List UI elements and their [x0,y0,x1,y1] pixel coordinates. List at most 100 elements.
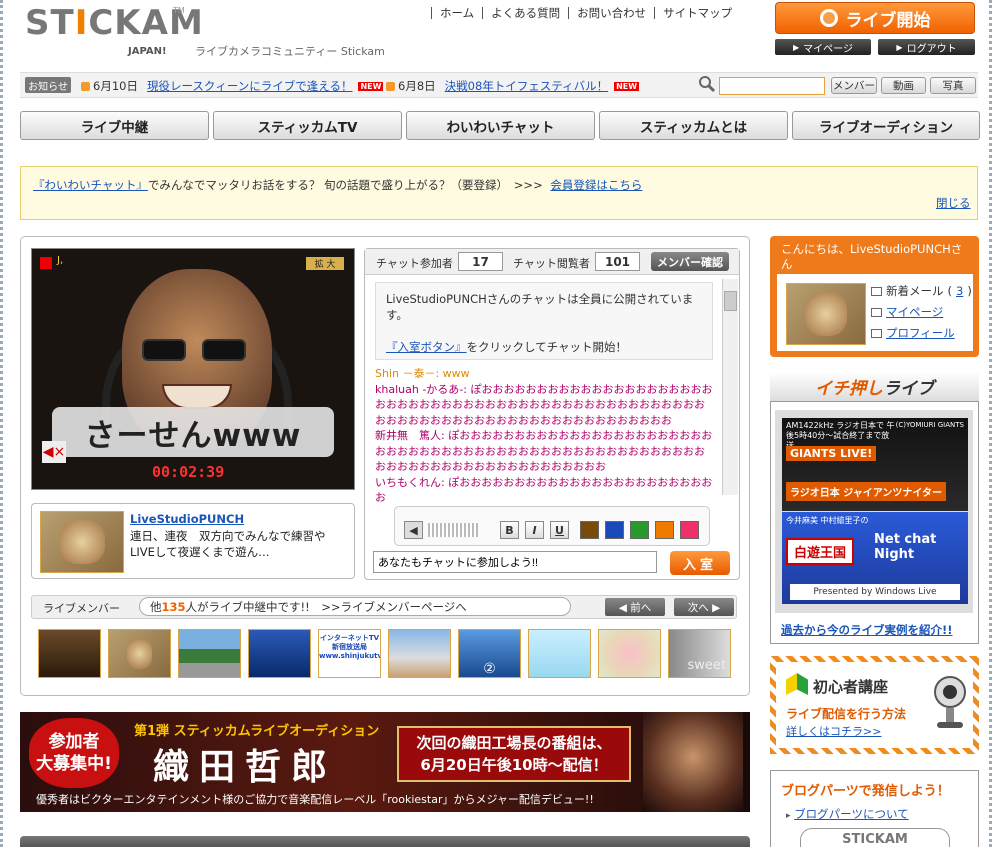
giants-live: GIANTS LIVE! [786,446,877,461]
live-member-thumb[interactable] [388,629,451,678]
nav-waiwai-chat[interactable]: わいわいチャット [406,111,595,140]
search-member-button[interactable]: メンバー [831,77,877,94]
stickam-logo[interactable]: STICKAM TM JAPAN! [25,6,203,62]
chat-info-text: LiveStudioPUNCHさんのチャットは全員に公開されています。 [386,292,694,322]
next-line2: 6月20日午後10時～配信！ [420,756,608,774]
search-photo-button[interactable]: 写真 [930,77,976,94]
mypage-link[interactable]: マイページ [871,304,943,320]
banner-bubble: 参加者 大募集中! [29,718,119,788]
color-swatch-orange[interactable] [655,521,674,539]
count-prefix: 他 [150,600,162,614]
live-member-thumb[interactable] [528,629,591,678]
triangle-icon: ▶ [793,42,800,52]
live-member-thumb[interactable] [598,629,661,678]
expand-button[interactable]: 拡 大 [306,257,344,270]
chat-log: Shin －泰－: www khaluah -かるあ-: ぽおおおおおおおおおお… [375,366,715,506]
underline-button[interactable]: U [550,521,569,539]
enter-room-link[interactable]: 『入室ボタン』 [386,340,467,354]
nav-live[interactable]: ライブ中継 [20,111,209,140]
sunglasses [142,339,186,361]
count-suffix: 人がライブ中継中です!! >>ライブメンバーページへ [185,600,467,614]
color-swatch-blue[interactable] [605,521,624,539]
beginner-link[interactable]: 詳しくはコチラ>> [786,723,881,739]
topnav-contact[interactable]: お問い合わせ [568,7,654,19]
chat-text: －泰－: www [398,367,470,380]
profile-link-text[interactable]: プロフィール [886,325,955,341]
giants-banner[interactable]: AM1422kHz ラジオ日本で 午後5時40分～試合終了まで放送 (C)YOM… [782,418,968,511]
color-swatch-green[interactable] [630,521,649,539]
profile-link[interactable]: プロフィール [871,325,955,341]
notice-box [20,166,978,220]
pickup-examples-link[interactable]: 過去から今のライブ実例を紹介!! [781,622,953,638]
live-member-thumb[interactable]: インターネットTV 新宿放送局 www.shinjukutv.com [318,629,381,678]
chat-user: 新井無 [375,429,408,442]
volume-slider[interactable] [428,523,478,537]
prev-button[interactable]: ◀ 前へ [605,598,665,616]
next-button[interactable]: 次へ ▶ [674,598,734,616]
banner-subtitle: 第1弾 スティッカムライブオーディション [134,724,380,739]
live-member-thumb[interactable] [108,629,171,678]
register-link[interactable]: 会員登録はこちら [550,178,642,192]
streamer-name-link[interactable]: LiveStudioPUNCH [130,512,244,526]
chat-user: いちもくれん [375,475,441,489]
nav-about[interactable]: スティッカムとは [599,111,788,140]
bubble-line1: 参加者 [48,732,100,752]
news-date: 6月8日 [398,79,436,93]
live-start-button[interactable]: ライブ開始 [775,2,975,34]
speaker-mute-icon[interactable]: ◀× [42,441,66,463]
flag-icon[interactable] [40,257,52,269]
video-player[interactable]: J, 拡 大 さーせんwww ◀× 00:02:39 [31,248,355,490]
topnav-sitemap[interactable]: サイトマップ [654,7,740,19]
banner-photo [643,712,743,812]
live-member-thumb[interactable] [178,629,241,678]
live-member-thumb[interactable] [38,629,101,678]
bold-button[interactable]: B [500,521,519,539]
beginner-title: 初心者講座 [813,678,889,696]
nav-audition[interactable]: ライブオーディション [792,111,980,140]
user-avatar[interactable] [786,283,866,345]
mypage-link-text[interactable]: マイページ [886,304,943,320]
blog-parts-link[interactable]: ブログパーツについて [794,807,908,821]
live-member-thumb[interactable]: ② [458,629,521,678]
logo-sub: JAPAN! [128,46,167,57]
blog-parts-logo[interactable]: STICKAM [800,828,950,847]
webcam-icon [934,676,966,728]
chat-scrollbar[interactable] [722,279,738,495]
search-video-button[interactable]: 動画 [881,77,926,94]
document-icon [871,307,882,317]
nav-stickam-tv[interactable]: スティッカムTV [213,111,402,140]
streamer-avatar[interactable] [40,511,124,573]
bullet-icon [81,81,90,91]
chat-info: LiveStudioPUNCHさんのチャットは全員に公開されています。 『入室ボ… [375,282,713,360]
live-member-thumb[interactable] [248,629,311,678]
search-input[interactable] [719,77,825,95]
video-caption: さーせんwww [52,407,334,457]
enter-room-button[interactable]: 入室 [670,551,730,575]
news-link[interactable]: 現役レースクィーンにライブで逢える！ [147,78,353,94]
logo-tm: TM [173,6,185,15]
chat-input[interactable] [373,551,657,573]
italic-button[interactable]: I [525,521,544,539]
color-swatch-brown[interactable] [580,521,599,539]
live-members-count-link[interactable]: 他135人がライブ中継中です!! >>ライブメンバーページへ [139,597,571,616]
mail-count[interactable]: 3 [956,284,963,298]
news-link[interactable]: 決戦08年トイフェスティバル！ [445,78,608,94]
topnav-faq[interactable]: よくある質問 [482,7,568,19]
chat-viewers-count: 101 [595,252,640,271]
next-line1: 次回の織田工場長の番組は、 [416,734,612,752]
notice-close-link[interactable]: 閉じる [936,195,971,211]
chat-message: Shin －泰－: www [375,366,715,382]
mypage-button[interactable]: ▶ マイページ [775,39,871,55]
chat-user: Shin [375,367,399,380]
topnav-home[interactable]: ホーム [431,7,482,19]
volume-icon[interactable]: ◀ [404,521,423,539]
notice-text: 『わいわいチャット』でみんなでマッタリお話をする？ 旬の話題で盛り上がる？（要登… [33,177,642,193]
news-label: お知らせ [25,77,71,93]
netchat-banner[interactable]: 今井麻美 中村繪里子の 白遊王国 Net chat Night Presente… [782,512,968,604]
member-check-button[interactable]: メンバー確認 [651,252,729,271]
live-member-thumb[interactable]: sweet [668,629,731,678]
logout-button[interactable]: ▶ ログアウト [878,39,975,55]
color-swatch-pink[interactable] [680,521,699,539]
new-mail-link[interactable]: 新着メール(3) [871,283,972,299]
waiwai-chat-link[interactable]: 『わいわいチャット』 [33,178,148,192]
